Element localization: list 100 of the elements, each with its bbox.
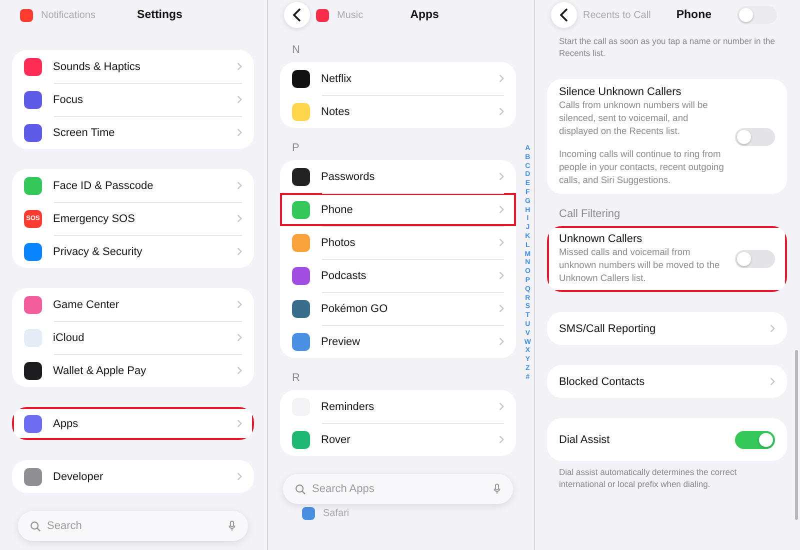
settings-row[interactable]: Unknown Callers Missed calls and voicemail from unknown numbers will be moved to the Unknown Callers list.	[547, 226, 787, 292]
chevron-icon	[499, 402, 504, 411]
row-label: Developer	[53, 470, 104, 482]
settings-row[interactable]: Game Center	[12, 288, 254, 321]
row-description: Incoming calls will continue to ring from people in your contacts, recent outgoing calls, and Siri Suggestions.	[559, 148, 725, 187]
settings-row[interactable]: SMS/Call Reporting	[547, 312, 787, 345]
footer-note: Start the call as soon as you tap a name or number in the Recents list.	[558, 35, 776, 59]
row-label: Face ID & Passcode	[53, 180, 154, 192]
section-header: Call Filtering	[558, 207, 622, 222]
page-title: Apps	[410, 9, 439, 21]
row-description: Calls from unknown numbers will be silenced, sent to voicemail, and displayed on the Recents list.	[559, 99, 709, 138]
settings-row[interactable]: Apps	[12, 407, 254, 440]
chevron-icon	[499, 107, 504, 116]
chevron-icon	[237, 214, 242, 223]
chevron-icon	[499, 337, 504, 346]
row-label: Silence Unknown Callers	[559, 86, 682, 98]
settings-row[interactable]: Podcasts	[280, 259, 516, 292]
chevron-icon	[237, 181, 242, 190]
chevron-icon	[499, 74, 504, 83]
settings-row[interactable]: Pokémon GO	[280, 292, 516, 325]
row-label: Netflix	[321, 72, 353, 84]
row-label: Privacy & Security	[53, 246, 144, 258]
settings-row[interactable]: Dial Assist	[547, 418, 787, 461]
settings-row[interactable]: Focus	[12, 83, 254, 116]
chevron-icon	[237, 419, 242, 428]
chevron-icon	[499, 271, 504, 280]
row-label: Game Center	[53, 298, 120, 310]
section-header: P	[291, 141, 300, 156]
section-header: R	[291, 371, 301, 386]
search-field[interactable]: Search Apps	[283, 474, 513, 504]
row-label: Rover	[321, 434, 352, 446]
back-button[interactable]	[551, 2, 577, 28]
row-label: Wallet & Apple Pay	[53, 364, 148, 376]
row-label: Phone	[321, 204, 354, 216]
chevron-left-icon	[293, 8, 301, 22]
chevron-icon	[770, 324, 775, 333]
section-header: N	[291, 43, 301, 58]
settings-row[interactable]: Rover	[280, 423, 516, 456]
row-label: Podcasts	[321, 270, 368, 282]
settings-row[interactable]: Wallet & Apple Pay	[12, 354, 254, 387]
settings-row[interactable]: Passwords	[280, 160, 516, 193]
toggle-switch[interactable]	[737, 6, 778, 24]
chevron-icon	[237, 300, 242, 309]
chevron-icon	[237, 128, 242, 137]
microphone-icon	[493, 483, 501, 495]
settings-row[interactable]: Phone	[280, 193, 516, 226]
row-label: SMS/Call Reporting	[559, 322, 657, 334]
row-label: Photos	[321, 236, 356, 248]
row-label: Focus	[53, 94, 84, 106]
search-field[interactable]: Search	[18, 511, 248, 541]
row-label: iCloud	[53, 332, 86, 344]
row-label: Unknown Callers	[559, 233, 644, 245]
row-description: Missed calls and voicemail from unknown numbers will be moved to the Unknown Callers list.	[559, 246, 721, 285]
chevron-icon	[237, 95, 242, 104]
row-label: Blocked Contacts	[559, 376, 646, 388]
row-label: Passwords	[321, 170, 376, 182]
chevron-icon	[237, 247, 242, 256]
row-label: Dial Assist	[559, 434, 611, 446]
row-label: Music	[337, 10, 364, 20]
settings-row[interactable]: Screen Time	[12, 116, 254, 149]
toggle-switch[interactable]	[735, 250, 775, 268]
microphone-icon	[228, 520, 236, 532]
chevron-left-icon	[560, 8, 568, 22]
chevron-icon	[237, 472, 242, 481]
settings-row[interactable]: Photos	[280, 226, 516, 259]
chevron-icon	[237, 62, 242, 71]
toggle-switch[interactable]	[735, 128, 775, 146]
toggle-switch[interactable]	[735, 430, 775, 448]
row-label: Reminders	[321, 400, 376, 412]
row-label: Recents to Call	[583, 10, 651, 20]
settings-row[interactable]: Preview	[280, 325, 516, 358]
row-label: Screen Time	[53, 126, 116, 138]
settings-row[interactable]: Notes	[280, 95, 516, 128]
row-label: Apps	[53, 418, 80, 430]
settings-row[interactable]: Developer	[12, 460, 254, 493]
settings-row[interactable]: Privacy & Security	[12, 235, 254, 268]
chevron-icon	[237, 333, 242, 342]
settings-row[interactable]: Netflix	[280, 62, 516, 95]
row-label: Preview	[321, 336, 362, 348]
back-button[interactable]	[284, 2, 310, 28]
page-title: Settings	[137, 9, 182, 21]
settings-row[interactable]: iCloud	[12, 321, 254, 354]
footer-note: Dial assist automatically determines the correct international or local prefix when dialing.	[558, 466, 738, 490]
row-label: Sounds & Haptics	[53, 60, 142, 72]
settings-row[interactable]: Reminders	[280, 390, 516, 423]
row-label: Pokémon GO	[321, 302, 389, 314]
row-label: Emergency SOS	[53, 212, 136, 224]
chevron-icon	[499, 172, 504, 181]
chevron-icon	[237, 366, 242, 375]
chevron-icon	[499, 205, 504, 214]
row-label: Safari	[323, 508, 350, 519]
chevron-icon	[499, 435, 504, 444]
settings-row[interactable]: Sounds & Haptics	[12, 50, 254, 83]
settings-row[interactable]: Face ID & Passcode	[12, 169, 254, 202]
row-label: Notes	[321, 106, 351, 118]
chevron-icon	[499, 304, 504, 313]
chevron-icon	[499, 238, 504, 247]
row-label: Notifications	[41, 10, 96, 20]
settings-row[interactable]: Blocked Contacts	[547, 365, 787, 398]
chevron-icon	[770, 377, 775, 386]
